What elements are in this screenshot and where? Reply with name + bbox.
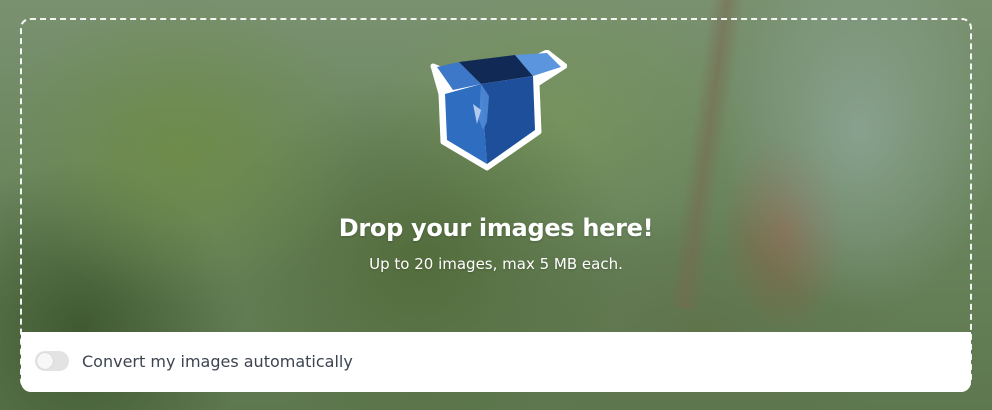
dropzone-title: Drop your images here! [338,214,654,242]
auto-convert-toggle[interactable] [35,351,69,371]
dropzone-content[interactable]: Drop your images here! Up to 20 images, … [22,20,970,334]
auto-convert-label[interactable]: Convert my images automatically [82,352,353,371]
dropzone-subtitle: Up to 20 images, max 5 MB each. [369,255,623,273]
toggle-knob [37,353,53,369]
open-box-icon [430,50,567,171]
conversion-settings-bar: Convert my images automatically [21,332,971,392]
